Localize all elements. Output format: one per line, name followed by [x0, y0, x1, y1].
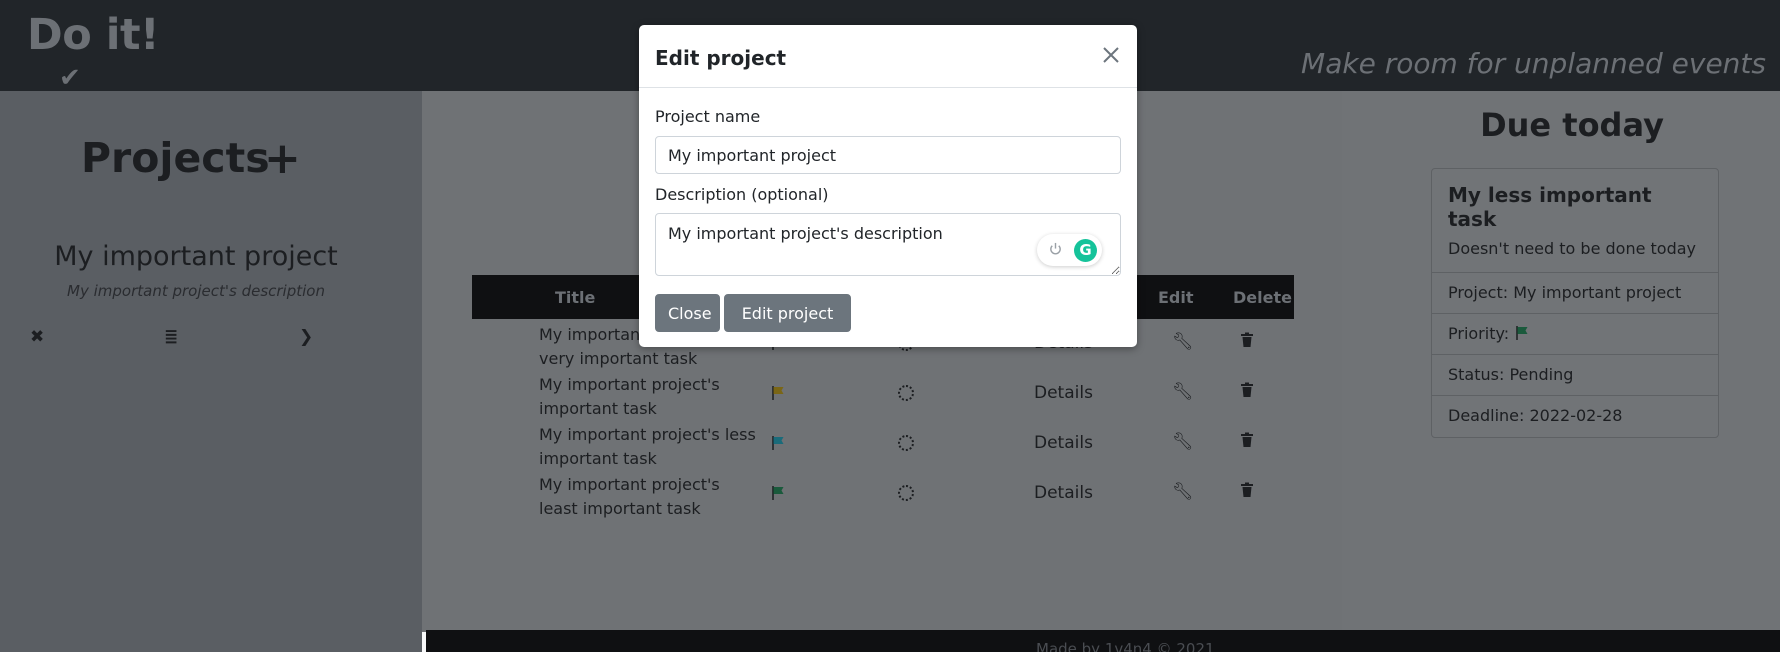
- column-edit: Edit: [1158, 288, 1194, 307]
- footer-text: Made by 1v4n4 © 2021: [1036, 640, 1215, 652]
- tagline: Make room for unplanned events: [1301, 47, 1766, 80]
- wrench-icon[interactable]: 🔧︎: [1172, 482, 1194, 502]
- due-today-panel: Due today My less important task Doesn't…: [1342, 91, 1780, 630]
- grammarly-widget[interactable]: G: [1037, 234, 1102, 266]
- trash-icon[interactable]: [1240, 332, 1254, 348]
- description-label: Description (optional): [655, 185, 829, 204]
- check-icon: ✔: [59, 63, 81, 93]
- add-project-button[interactable]: +: [264, 133, 301, 184]
- edit-project-modal: Edit project Project name Description (o…: [639, 25, 1137, 347]
- due-task-deadline: Deadline: 2022-02-28: [1448, 406, 1623, 425]
- details-link[interactable]: Details: [1034, 383, 1093, 403]
- table-row: My important project's less important ta…: [472, 419, 1294, 469]
- due-today-title: Due today: [1480, 106, 1664, 144]
- task-title: My important project's important task: [539, 375, 720, 418]
- projects-sidebar: Projects + My important project My impor…: [0, 91, 422, 652]
- wrench-icon[interactable]: 🔧︎: [1172, 332, 1194, 352]
- list-icon[interactable]: ≣: [164, 327, 178, 347]
- trash-icon[interactable]: [1240, 482, 1254, 498]
- due-task-header: My less important task Doesn't need to b…: [1432, 169, 1718, 273]
- due-task-status: Status: Pending: [1432, 355, 1718, 396]
- project-actions: ✖ ≣ ❯: [0, 327, 392, 349]
- table-row: My important project's least important t…: [472, 469, 1294, 519]
- due-task-priority: Priority:: [1432, 314, 1718, 355]
- power-icon[interactable]: [1048, 242, 1063, 257]
- modal-header: Edit project: [639, 25, 1137, 88]
- chevron-right-icon[interactable]: ❯: [299, 327, 313, 347]
- details-link[interactable]: Details: [1034, 433, 1093, 453]
- status-pending-icon: [898, 385, 914, 401]
- column-delete: Delete: [1233, 288, 1292, 307]
- status-pending-icon: [898, 485, 914, 501]
- app-logo[interactable]: Do it!: [27, 10, 160, 60]
- wrench-icon[interactable]: 🔧︎: [1172, 432, 1194, 452]
- trash-icon[interactable]: [1240, 432, 1254, 448]
- wrench-icon[interactable]: 🔧︎: [1172, 382, 1194, 402]
- column-title: Title: [555, 288, 596, 307]
- close-icon[interactable]: [1099, 43, 1123, 67]
- flag-icon: [1516, 326, 1528, 340]
- project-description: My important project's description: [67, 282, 325, 300]
- status-pending-icon: [898, 435, 914, 451]
- modal-title: Edit project: [655, 46, 787, 70]
- project-name: My important project: [54, 241, 338, 272]
- table-row: My important project's important task De…: [472, 369, 1294, 419]
- projects-heading: Projects: [81, 134, 270, 182]
- grammarly-icon[interactable]: G: [1074, 239, 1097, 262]
- footer: Made by 1v4n4 © 2021: [426, 630, 1780, 652]
- trash-icon[interactable]: [1240, 382, 1254, 398]
- due-task-subtitle: Doesn't need to be done today: [1448, 239, 1696, 258]
- flag-icon: [772, 436, 784, 450]
- close-button[interactable]: Close: [655, 294, 720, 332]
- details-link[interactable]: Details: [1034, 483, 1093, 503]
- task-title: My important project's least important t…: [539, 475, 720, 518]
- due-task-project: Project: My important project: [1432, 273, 1718, 314]
- priority-label: Priority:: [1448, 324, 1510, 343]
- flag-icon: [772, 386, 784, 400]
- flag-icon: [772, 486, 784, 500]
- task-title: My important project's less important ta…: [539, 425, 756, 468]
- close-icon[interactable]: ✖: [30, 327, 44, 347]
- due-task-card: My less important task Doesn't need to b…: [1431, 168, 1719, 438]
- project-name-input[interactable]: [655, 136, 1121, 174]
- edit-project-button[interactable]: Edit project: [724, 294, 851, 332]
- project-name-label: Project name: [655, 107, 761, 126]
- due-task-name: My less important task: [1448, 183, 1652, 231]
